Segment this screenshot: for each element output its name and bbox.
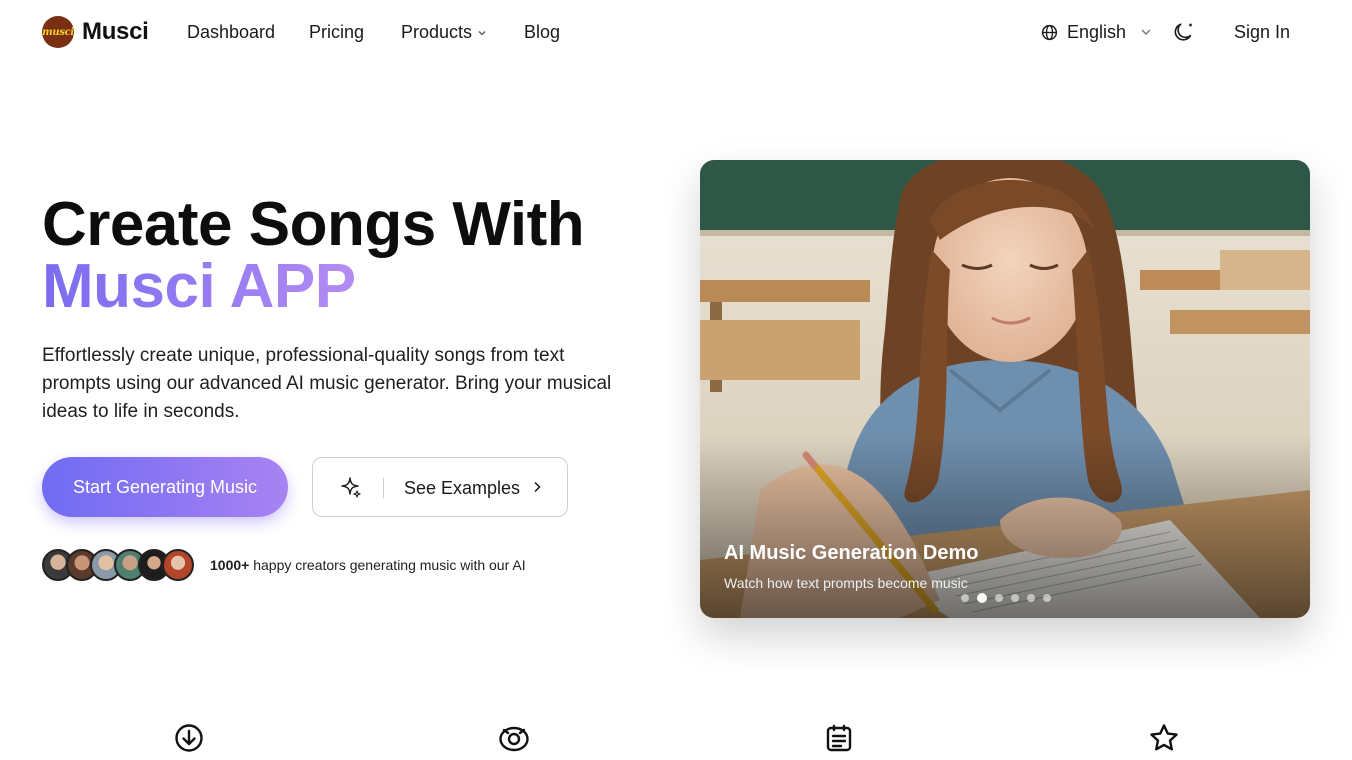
chevron-right-icon [531,480,543,499]
button-divider [383,478,384,498]
see-examples-label: See Examples [404,478,521,498]
start-generating-button[interactable]: Start Generating Music [42,457,288,517]
star-icon [1148,722,1180,754]
eye-target-icon [498,722,530,754]
chevron-down-icon [477,21,487,43]
carousel-dot[interactable] [961,594,969,602]
language-label: English [1067,22,1127,42]
top-navigation: musci Musci Dashboard Pricing Products B… [0,0,1352,64]
see-examples-button[interactable]: See Examples [312,457,568,517]
document-icon [823,722,855,754]
brand-name: Musci [82,18,149,45]
moon-icon[interactable] [1174,20,1196,42]
sign-in-link[interactable]: Sign In [1234,21,1290,43]
demo-card-subtitle: Watch how text prompts become music [724,575,968,591]
carousel-indicators [961,593,1059,603]
demo-media-card[interactable]: AI Music Generation Demo Watch how text … [700,160,1310,618]
social-proof-text: 1000+ happy creators generating music wi… [210,557,526,573]
carousel-dot[interactable] [1027,594,1035,602]
hero-title: Create Songs With [42,190,585,259]
carousel-dot[interactable] [995,594,1003,602]
creator-count: 1000+ [210,557,250,573]
carousel-dot[interactable] [1043,594,1051,602]
nav-link-products: Products [401,22,473,42]
nav-link-dashboard[interactable]: Dashboard [187,21,275,43]
carousel-dot-active[interactable] [977,593,987,603]
start-generating-label: Start Generating Music [72,476,258,497]
nav-products-dropdown[interactable]: Products [401,21,487,43]
nav-link-pricing[interactable]: Pricing [309,21,364,43]
brand-logo[interactable]: musci Musci [42,16,149,48]
sparkles-icon [339,476,363,500]
language-selector[interactable]: English [1041,21,1152,43]
carousel-dot[interactable] [1011,594,1019,602]
globe-icon [1041,24,1058,41]
chevron-down-icon [1140,21,1152,43]
hero-description: Effortlessly create unique, professional… [42,345,612,422]
hero-title-highlight: Musci APP [42,252,356,321]
creator-text: happy creators generating music with our… [249,557,526,573]
logo-mark-text: musci [42,26,74,38]
logo-mark: musci [42,16,74,48]
demo-card-title: AI Music Generation Demo [724,542,979,564]
avatar [162,549,194,581]
nav-link-blog[interactable]: Blog [524,21,560,43]
download-circle-icon [173,722,205,754]
